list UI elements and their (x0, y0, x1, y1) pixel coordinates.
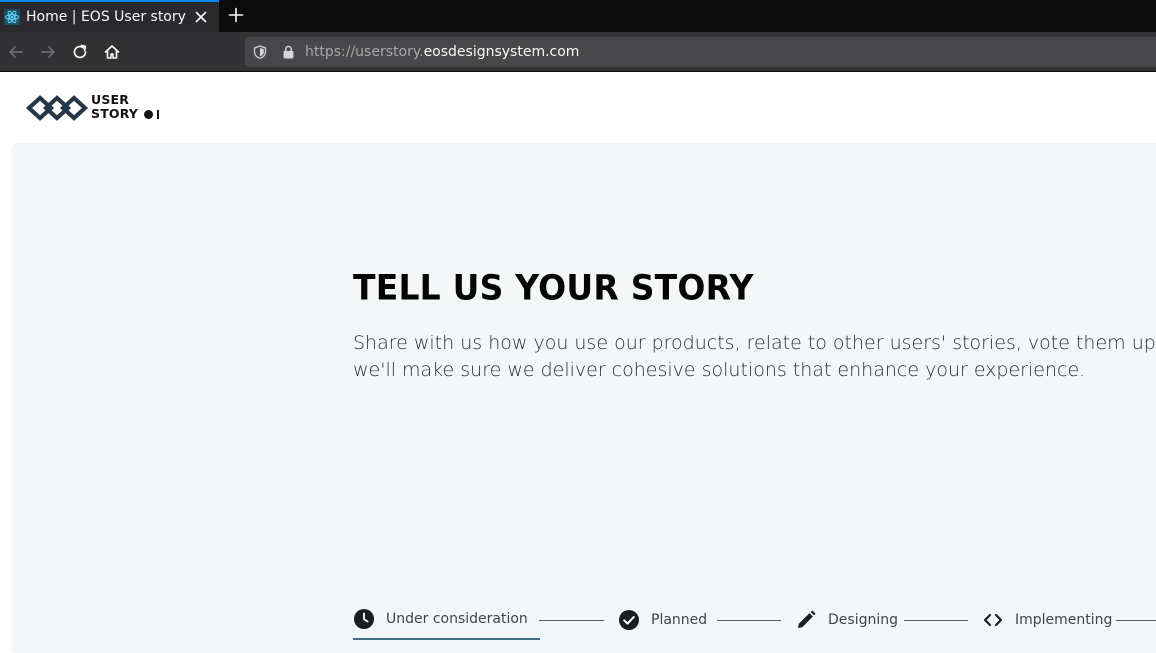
url-text[interactable]: https://userstory.eosdesignsystem.com (305, 44, 579, 60)
logo-dot-icon (144, 109, 154, 119)
back-arrow-icon[interactable] (7, 43, 25, 61)
eos-logo-icon[interactable] (26, 95, 88, 121)
logo-wordmark[interactable]: USER STORY (91, 92, 160, 121)
step-under-consideration[interactable]: Under consideration (353, 600, 540, 640)
page: USER STORY TELL US YOUR STORY Share with… (0, 73, 1156, 653)
step-connector (539, 620, 604, 621)
logo-line-story: STORY (91, 106, 139, 121)
code-icon (983, 613, 1003, 627)
step-designing[interactable]: Designing (795, 600, 898, 640)
close-icon[interactable] (193, 9, 209, 25)
step-label: Implementing (1015, 612, 1113, 628)
home-icon[interactable] (103, 43, 121, 61)
pencil-icon (798, 610, 816, 628)
step-label: Under consideration (386, 611, 528, 627)
react-favicon-icon (4, 9, 20, 25)
plus-icon[interactable] (228, 7, 244, 23)
step-planned[interactable]: Planned (618, 600, 707, 640)
hero-title: TELL US YOUR STORY (353, 267, 754, 308)
step-label: Planned (651, 612, 708, 628)
clock-icon (354, 609, 374, 629)
step-implementing[interactable]: Implementing (982, 600, 1112, 640)
step-connector (1116, 620, 1156, 621)
forward-arrow-icon[interactable] (39, 43, 57, 61)
url-prefix: https://userstory. (305, 44, 424, 60)
step-label: Designing (828, 612, 898, 628)
tab-title: Home | EOS User story (26, 9, 186, 25)
logo-bar-icon (157, 109, 160, 119)
step-connector (717, 620, 781, 621)
browser-tab[interactable]: Home | EOS User story (0, 0, 219, 32)
logo-line-story-row: STORY (91, 106, 160, 121)
reload-icon[interactable] (71, 43, 89, 61)
logo-line-user: USER (91, 92, 130, 107)
hero-description: Share with us how you use our products, … (353, 332, 1156, 381)
lock-icon[interactable] (282, 45, 295, 59)
hero-section: TELL US YOUR STORY Share with us how you… (11, 143, 1156, 653)
shield-icon[interactable] (253, 45, 267, 59)
check-circle-icon (619, 610, 639, 630)
tab-bar: Home | EOS User story (0, 0, 1156, 32)
url-domain: eosdesignsystem.com (423, 44, 580, 60)
step-connector (904, 620, 968, 621)
